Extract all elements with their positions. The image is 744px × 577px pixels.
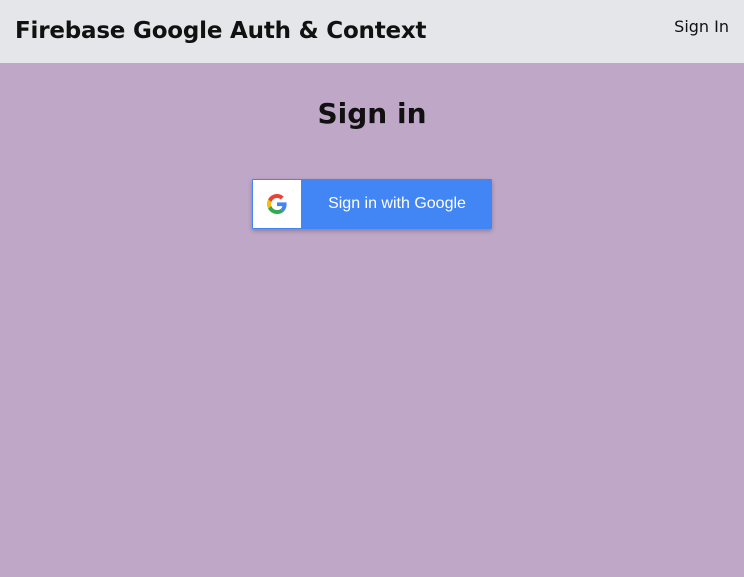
brand-title[interactable]: Firebase Google Auth & Context [15,15,427,47]
page-title: Sign in [317,97,427,130]
sign-in-link[interactable]: Sign In [674,16,729,38]
google-logo-icon [267,194,287,214]
google-button-label: Sign in with Google [328,195,466,212]
navbar: Firebase Google Auth & Context Sign In [0,0,744,63]
sign-in-with-google-button[interactable]: Sign in with Google [252,179,492,229]
google-icon-container [253,180,301,228]
